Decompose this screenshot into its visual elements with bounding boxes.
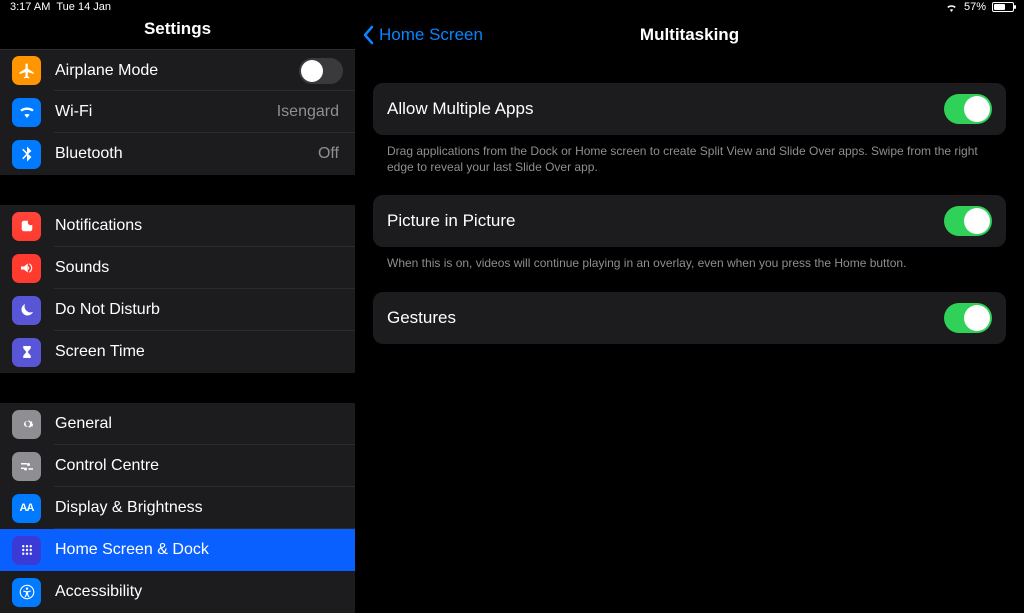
text-size-icon: AA bbox=[12, 494, 41, 523]
status-time: 3:17 AM bbox=[10, 1, 50, 13]
setting-footer: When this is on, videos will continue pl… bbox=[373, 247, 1006, 291]
toggle-allow-multiple-apps[interactable] bbox=[944, 94, 992, 124]
wifi-value: Isengard bbox=[277, 103, 339, 121]
sidebar-item-display[interactable]: AA Display & Brightness bbox=[0, 487, 355, 529]
back-label: Home Screen bbox=[379, 25, 483, 45]
battery-pct: 57% bbox=[964, 1, 986, 13]
toggle-gestures[interactable] bbox=[944, 303, 992, 333]
moon-icon bbox=[12, 296, 41, 325]
hourglass-icon bbox=[12, 338, 41, 367]
sidebar-item-notifications[interactable]: Notifications bbox=[0, 205, 355, 247]
status-bar: 3:17 AM Tue 14 Jan 57% bbox=[0, 0, 1024, 13]
bluetooth-value: Off bbox=[318, 145, 339, 163]
sidebar-item-label: General bbox=[55, 415, 343, 433]
detail-pane: Home Screen Multitasking Allow Multiple … bbox=[355, 13, 1024, 613]
bluetooth-icon bbox=[12, 140, 41, 169]
gear-icon bbox=[12, 410, 41, 439]
sounds-icon bbox=[12, 254, 41, 283]
setting-label: Picture in Picture bbox=[387, 211, 516, 231]
sidebar-item-dnd[interactable]: Do Not Disturb bbox=[0, 289, 355, 331]
wifi-icon bbox=[12, 98, 41, 127]
status-date: Tue 14 Jan bbox=[56, 1, 111, 13]
setting-gestures[interactable]: Gestures bbox=[373, 292, 1006, 344]
sidebar-item-label: Sounds bbox=[55, 259, 343, 277]
sidebar-item-control-centre[interactable]: Control Centre bbox=[0, 445, 355, 487]
accessibility-icon bbox=[12, 578, 41, 607]
sidebar-item-bluetooth[interactable]: Bluetooth Off bbox=[0, 133, 355, 175]
nav-bar: Home Screen Multitasking bbox=[355, 13, 1024, 57]
sidebar-item-label: Wi-Fi bbox=[55, 103, 277, 121]
sidebar-item-accessibility[interactable]: Accessibility bbox=[0, 571, 355, 613]
setting-footer: Drag applications from the Dock or Home … bbox=[373, 135, 1006, 195]
sidebar-item-label: Do Not Disturb bbox=[55, 301, 343, 319]
setting-label: Gestures bbox=[387, 308, 456, 328]
sidebar-item-screentime[interactable]: Screen Time bbox=[0, 331, 355, 373]
sidebar-item-label: Bluetooth bbox=[55, 145, 318, 163]
airplane-icon bbox=[12, 56, 41, 85]
notifications-icon bbox=[12, 212, 41, 241]
setting-picture-in-picture[interactable]: Picture in Picture bbox=[373, 195, 1006, 247]
sidebar-title: Settings bbox=[0, 13, 355, 49]
wifi-icon bbox=[945, 2, 958, 12]
sidebar-item-label: Airplane Mode bbox=[55, 62, 299, 80]
sidebar-item-label: Notifications bbox=[55, 217, 343, 235]
back-button[interactable]: Home Screen bbox=[355, 25, 483, 45]
setting-allow-multiple-apps[interactable]: Allow Multiple Apps bbox=[373, 83, 1006, 135]
sidebar-item-airplane[interactable]: Airplane Mode bbox=[0, 49, 355, 91]
sidebar-item-home-dock[interactable]: Home Screen & Dock bbox=[0, 529, 355, 571]
sidebar-item-label: Home Screen & Dock bbox=[55, 541, 343, 559]
toggle-picture-in-picture[interactable] bbox=[944, 206, 992, 236]
sidebar-item-label: Accessibility bbox=[55, 583, 343, 601]
airplane-toggle[interactable] bbox=[299, 58, 343, 84]
chevron-left-icon bbox=[363, 25, 375, 45]
sliders-icon bbox=[12, 452, 41, 481]
sidebar-item-label: Screen Time bbox=[55, 343, 343, 361]
sidebar-item-wifi[interactable]: Wi-Fi Isengard bbox=[0, 91, 355, 133]
sidebar-item-label: Display & Brightness bbox=[55, 499, 343, 517]
battery-icon bbox=[992, 2, 1014, 12]
grid-icon bbox=[12, 536, 41, 565]
sidebar-item-general[interactable]: General bbox=[0, 403, 355, 445]
sidebar-item-label: Control Centre bbox=[55, 457, 343, 475]
setting-label: Allow Multiple Apps bbox=[387, 99, 533, 119]
settings-sidebar: Settings Airplane Mode Wi-Fi Isengard Bl… bbox=[0, 13, 355, 613]
sidebar-item-sounds[interactable]: Sounds bbox=[0, 247, 355, 289]
